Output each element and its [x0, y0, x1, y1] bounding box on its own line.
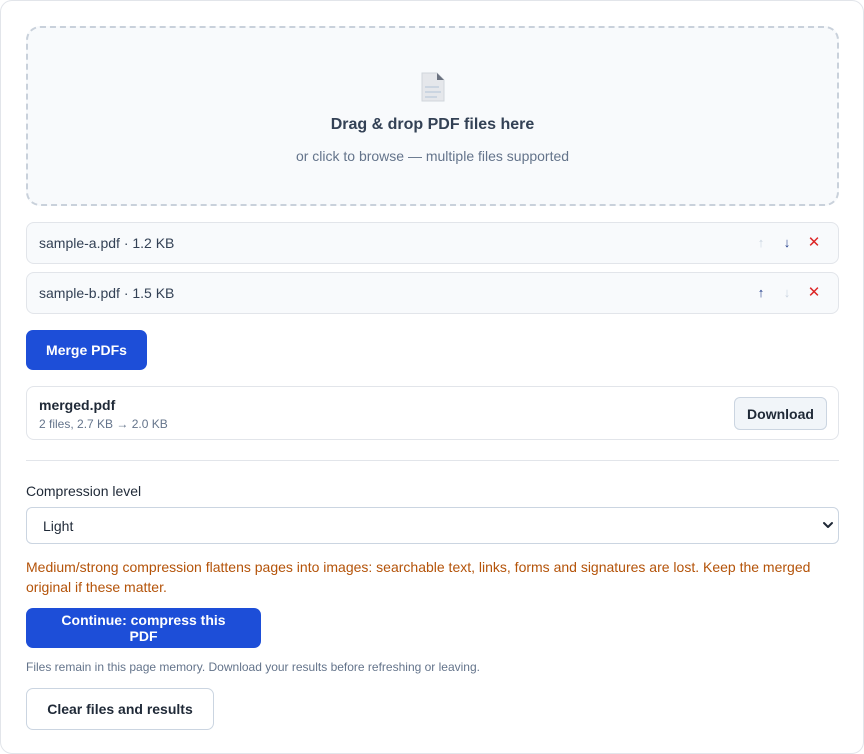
- file-name: sample-b.pdf · 1.5 KB: [39, 285, 175, 301]
- result-meta: 2 files, 2.7 KB → 2.0 KB: [39, 417, 168, 431]
- file-name: sample-a.pdf · 1.2 KB: [39, 235, 175, 251]
- move-down-icon[interactable]: ↓: [776, 232, 798, 254]
- merge-button[interactable]: Merge PDFs: [26, 330, 147, 370]
- document-icon: [421, 72, 445, 102]
- remove-icon[interactable]: ✕: [803, 282, 825, 304]
- move-down-icon[interactable]: ↓: [776, 282, 798, 304]
- memory-note: Files remain in this page memory. Downlo…: [26, 660, 480, 674]
- divider: [26, 460, 839, 461]
- file-row: sample-b.pdf · 1.5 KB ↑ ↓ ✕: [26, 272, 839, 314]
- merged-result: merged.pdf 2 files, 2.7 KB → 2.0 KB Down…: [26, 386, 839, 440]
- compression-select[interactable]: Light: [26, 507, 839, 544]
- chevron-down-icon: [823, 522, 833, 528]
- dropzone-title: Drag & drop PDF files here: [330, 116, 535, 133]
- dropzone-subtitle: or click to browse — multiple files supp…: [295, 148, 570, 164]
- compression-warning: Medium/strong compression flattens pages…: [26, 559, 811, 595]
- file-row: sample-a.pdf · 1.2 KB ↑ ↓ ✕: [26, 222, 839, 264]
- pdf-tool-card: Drag & drop PDF files here or click to b…: [0, 0, 864, 754]
- move-up-icon[interactable]: ↑: [750, 282, 772, 304]
- download-button[interactable]: Download: [734, 397, 827, 430]
- compress-button[interactable]: Continue: compress this PDF: [26, 608, 261, 648]
- file-dropzone[interactable]: Drag & drop PDF files here or click to b…: [26, 26, 839, 206]
- clear-button[interactable]: Clear files and results: [26, 688, 214, 730]
- compression-label: Compression level: [26, 483, 142, 499]
- remove-icon[interactable]: ✕: [803, 232, 825, 254]
- move-up-icon[interactable]: ↑: [750, 232, 772, 254]
- result-file-name: merged.pdf: [39, 397, 116, 413]
- compression-selected-value: Light: [43, 518, 74, 534]
